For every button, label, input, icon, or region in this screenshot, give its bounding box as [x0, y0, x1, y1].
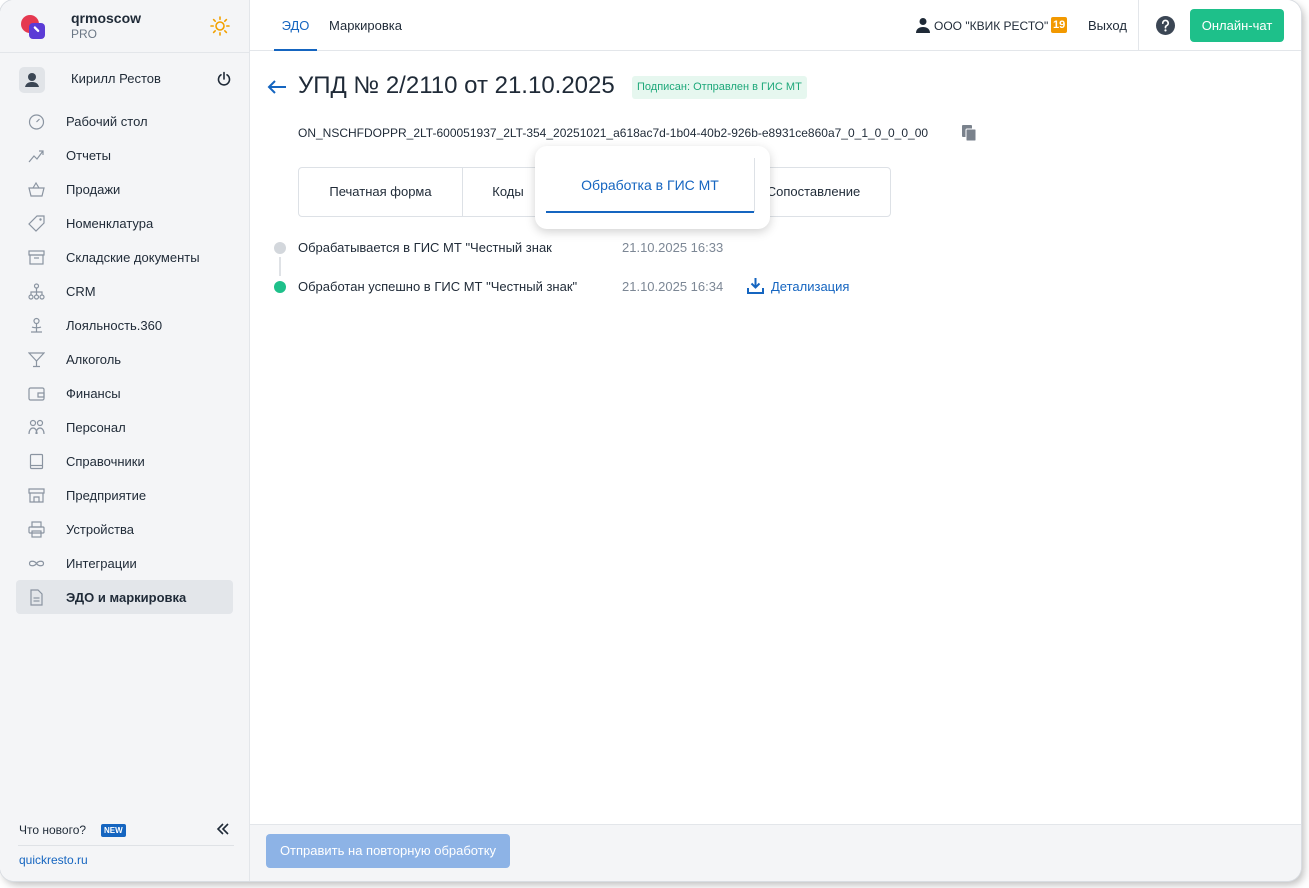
sidebar-nav: Рабочий стол Отчеты Продажи Номенклатура… [16, 104, 233, 614]
online-chat-button[interactable]: Онлайн-чат [1190, 9, 1284, 42]
sidebar-item-edo-marking[interactable]: ЭДО и маркировка [16, 580, 233, 614]
file-name: ON_NSCHFDOPPR_2LT-600051937_2LT-354_2025… [298, 126, 929, 140]
cocktail-icon [28, 352, 45, 368]
sidebar-item-loyalty[interactable]: Лояльность.360 [16, 308, 233, 342]
avatar [19, 67, 45, 93]
whats-new-label: Что нового? [19, 823, 87, 837]
printer-icon [28, 521, 45, 538]
timeline-time: 21.10.2025 16:34 [622, 279, 724, 294]
brand-plan: PRO [71, 27, 98, 41]
sidebar-item-reports[interactable]: Отчеты [16, 138, 233, 172]
sidebar-item-label: ЭДО и маркировка [66, 590, 187, 605]
tab-divider [754, 158, 755, 212]
tab-print-form[interactable]: Печатная форма [299, 168, 462, 216]
brand-name: qrmoscow [71, 10, 142, 26]
user-name: Кирилл Рестов [71, 71, 161, 86]
infinity-icon [28, 560, 45, 567]
sidebar-item-label: Складские документы [66, 250, 200, 265]
archive-icon [28, 250, 45, 265]
tab-active-label: Обработка в ГИС МТ [546, 157, 754, 213]
sun-icon[interactable] [210, 16, 230, 36]
details-link-label: Детализация [771, 279, 850, 294]
user-row[interactable]: Кирилл Рестов [0, 52, 249, 104]
sidebar-item-label: Интеграции [66, 556, 137, 571]
sidebar-item-label: Продажи [66, 182, 121, 197]
power-icon[interactable] [216, 71, 232, 87]
sidebar-item-nomenclature[interactable]: Номенклатура [16, 206, 233, 240]
sidebar-item-staff[interactable]: Персонал [16, 410, 233, 444]
logout-link[interactable]: Выход [1088, 18, 1127, 33]
status-badge: Подписан: Отправлен в ГИС МТ [632, 76, 807, 99]
sidebar-item-label: Алкоголь [66, 352, 122, 367]
sidebar-item-warehouse-docs[interactable]: Складские документы [16, 240, 233, 274]
sidebar-item-label: Персонал [66, 420, 126, 435]
brand[interactable]: qrmoscow PRO [18, 10, 240, 50]
store-icon [28, 488, 45, 503]
sidebar-item-dashboard[interactable]: Рабочий стол [16, 104, 233, 138]
loyalty-icon [31, 317, 42, 333]
sidebar-item-label: Лояльность.360 [66, 318, 163, 333]
sidebar-item-alcohol[interactable]: Алкоголь [16, 342, 233, 376]
sidebar-item-sales[interactable]: Продажи [16, 172, 233, 206]
sidebar-item-label: Номенклатура [66, 216, 154, 231]
document-icon [30, 589, 43, 606]
timeline-time: 21.10.2025 16:33 [622, 240, 724, 255]
wallet-icon [28, 387, 45, 401]
collapse-sidebar-icon[interactable] [216, 822, 230, 836]
sidebar-item-enterprise[interactable]: Предприятие [16, 478, 233, 512]
tab-gis-mt-processing[interactable]: Обработка в ГИС МТ [535, 146, 770, 229]
timeline-text: Обрабатывается в ГИС МТ "Честный знак [298, 240, 552, 255]
topbar: ЭДО Маркировка ООО "КВИК РЕСТО" 19 Выход… [250, 0, 1301, 51]
sidebar-item-label: Справочники [66, 454, 145, 469]
sidebar-item-devices[interactable]: Устройства [16, 512, 233, 546]
success-dot [274, 281, 286, 293]
main-content: УПД № 2/2110 от 21.10.2025 Подписан: Отп… [250, 51, 1301, 824]
sidebar-item-label: Рабочий стол [66, 114, 148, 129]
sidebar: qrmoscow PRO Кирилл Рестов Рабочий стол … [0, 0, 250, 881]
timeline-item: Обработан успешно в ГИС МТ "Честный знак… [270, 272, 970, 311]
resend-processing-button[interactable]: Отправить на повторную обработку [266, 834, 510, 868]
sidebar-item-label: Финансы [66, 386, 121, 401]
action-footer: Отправить на повторную обработку [250, 824, 1301, 881]
notification-badge: 19 [1051, 17, 1068, 33]
timeline-text: Обработан успешно в ГИС МТ "Честный знак… [298, 279, 578, 294]
sidebar-item-integrations[interactable]: Интеграции [16, 546, 233, 580]
help-icon[interactable] [1156, 16, 1175, 35]
book-icon [29, 453, 44, 470]
tab-edo[interactable]: ЭДО [274, 0, 317, 51]
people-icon [28, 419, 45, 435]
topbar-divider [1138, 0, 1139, 51]
dashboard-icon [28, 114, 45, 130]
processing-timeline: Обрабатывается в ГИС МТ "Честный знак 21… [270, 233, 970, 311]
user-icon [916, 18, 930, 33]
page-title: УПД № 2/2110 от 21.10.2025 [298, 72, 615, 99]
tag-icon [28, 215, 45, 232]
pending-dot [274, 242, 286, 254]
whats-new[interactable]: Что нового? NEW [18, 816, 234, 846]
sidebar-footer: Что нового? NEW quickresto.ru [18, 816, 234, 867]
org-chart-icon [28, 283, 45, 300]
sidebar-item-label: CRM [66, 284, 96, 299]
sidebar-item-crm[interactable]: CRM [16, 274, 233, 308]
sidebar-item-finance[interactable]: Финансы [16, 376, 233, 410]
sidebar-item-references[interactable]: Справочники [16, 444, 233, 478]
user-avatar-icon [25, 73, 39, 87]
organization-name: ООО "КВИК РЕСТО" [934, 19, 1049, 33]
timeline-item: Обрабатывается в ГИС МТ "Честный знак 21… [270, 233, 970, 276]
tab-marking[interactable]: Маркировка [329, 0, 402, 51]
download-icon [747, 278, 764, 294]
sidebar-item-label: Устройства [66, 522, 135, 537]
back-arrow-icon[interactable] [266, 78, 288, 96]
chart-icon [28, 150, 44, 163]
brand-logo-icon [21, 15, 45, 39]
sidebar-item-label: Предприятие [66, 488, 147, 503]
site-link[interactable]: quickresto.ru [19, 853, 88, 867]
basket-icon [28, 181, 45, 197]
copy-icon[interactable] [961, 124, 977, 142]
sidebar-item-label: Отчеты [66, 148, 111, 163]
app-window: qrmoscow PRO Кирилл Рестов Рабочий стол … [0, 0, 1301, 881]
new-badge: NEW [101, 824, 126, 837]
